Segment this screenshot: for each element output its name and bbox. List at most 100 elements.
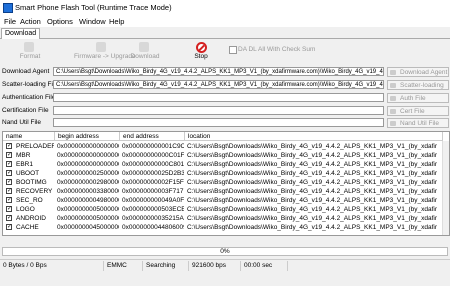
menu-help[interactable]: Help [109,17,124,26]
table-row[interactable]: SEC_RO 0x00000000049800000x000000000049A0… [3,195,449,205]
begin-address: 0x0000000005000000 [57,206,119,213]
table-scrollbar[interactable] [442,141,449,235]
end-address: 0x00000000448060093 [122,224,184,231]
file-location: C:\Users\Bsgt\Downloads\Wiko_Birdy_4G_v1… [187,197,437,204]
end-address: 0x00000000000C801FF [122,161,184,168]
end-address: 0x00000000003F717FF [122,188,184,195]
file-location: C:\Users\Bsgt\Downloads\Wiko_Birdy_4G_v1… [187,215,437,222]
begin-address: 0x0000000000000000 [57,161,119,168]
table-row[interactable]: MBR 0x00000000000000000x00000000000C01FFC… [3,150,449,160]
file-location: C:\Users\Bsgt\Downloads\Wiko_Birdy_4G_v1… [187,152,437,159]
scatter-loading-button-label: Scatter-loading [400,82,444,89]
da-dl-all-label: DA DL All With Check Sum [238,46,316,53]
app-icon [3,3,13,13]
table-row[interactable]: CACHE 0x00000000450000000x000000004480600… [3,222,449,232]
row-checkbox[interactable] [6,204,12,213]
certification-field[interactable] [53,106,384,115]
row-checkbox[interactable] [6,141,12,150]
end-address: 0x000000000049A0FFF [122,197,184,204]
nand-util-label: Nand Util File [2,119,42,126]
nand-util-field[interactable] [53,118,384,127]
table-row[interactable]: UBOOT 0x00000000025000000x00000000025D2B3… [3,168,449,178]
row-checkbox[interactable] [6,213,12,222]
folder-icon [390,83,396,88]
end-address: 0x00000000000C01FF [122,152,184,159]
firmware-upgrade-button[interactable]: Firmware -> Upgrade [74,53,136,60]
folder-icon [390,70,396,75]
status-state: Searching [142,261,188,271]
menu-file[interactable]: File [4,17,16,26]
format-button[interactable]: Format [16,53,44,60]
cert-file-button-label: Cert File [400,108,425,115]
download-agent-button[interactable]: Download Agent [387,67,449,77]
folder-icon [390,109,396,114]
partition-name: MBR [16,152,31,159]
table-row[interactable]: PRELOADER0x00000000000000000x00000000000… [3,141,449,151]
table-row[interactable]: EBR1 0x00000000000000000x00000000000C801F… [3,159,449,169]
file-location: C:\Users\Bsgt\Downloads\Wiko_Birdy_4G_v1… [187,206,437,213]
da-dl-all-checkbox[interactable] [229,46,237,54]
status-bytes: 0 Bytes / 0 Bps [3,262,47,269]
row-checkbox[interactable] [6,195,12,204]
window-title: Smart Phone Flash Tool (Runtime Trace Mo… [15,3,172,12]
auth-file-button-label: Auth File [400,95,426,102]
scatter-loading-label: Scatter-loading File [2,81,58,88]
partition-name: RECOVERY [16,188,53,195]
format-icon [24,42,34,52]
progress-bar: 0% [2,247,448,256]
menu-window[interactable]: Window [79,17,106,26]
auth-file-button[interactable]: Auth File [387,93,449,103]
partition-name: EBR1 [16,161,33,168]
scatter-loading-button[interactable]: Scatter-loading [387,80,449,90]
folder-icon [390,121,396,126]
menu-options[interactable]: Options [47,17,73,26]
column-header-end-address[interactable]: end address [120,132,185,141]
begin-address: 0x0000000000000000 [57,152,119,159]
nand-util-file-button-label: Nand Util File [400,120,440,127]
table-row[interactable]: BOOTIMG 0x00000000029800000x00000000002F1… [3,177,449,187]
column-header-name[interactable]: name [3,132,55,141]
row-checkbox[interactable] [6,168,12,177]
file-location: C:\Users\Bsgt\Downloads\Wiko_Birdy_4G_v1… [187,170,437,177]
begin-address: 0x0000000004980000 [57,197,119,204]
stop-icon [196,42,207,53]
column-header-begin-address[interactable]: begin address [55,132,120,141]
begin-address: 0x0000000005000000 [57,215,119,222]
end-address: 0x000000000001C9CB [122,143,184,150]
nand-util-file-button[interactable]: Nand Util File [387,118,449,128]
row-checkbox[interactable] [6,222,12,231]
partition-name: CACHE [16,224,39,231]
file-location: C:\Users\Bsgt\Downloads\Wiko_Birdy_4G_v1… [187,179,437,186]
partition-name: SEC_RO [16,197,43,204]
status-time: 00:00 sec [240,261,287,271]
file-location: C:\Users\Bsgt\Downloads\Wiko_Birdy_4G_v1… [187,143,437,150]
table-row[interactable]: ANDROID 0x00000000050000000x0000000003521… [3,213,449,223]
column-header-location[interactable]: location [185,132,443,141]
table-row[interactable]: LOGO 0x00000000050000000x000000000503ECE9… [3,204,449,214]
download-button[interactable]: Download [128,53,162,60]
firmware-upgrade-icon [96,42,106,52]
download-agent-field[interactable]: C:\Users\Bsgt\Downloads\Wiko_Birdy_4G_v1… [53,67,384,76]
cert-file-button[interactable]: Cert File [387,106,449,116]
file-location: C:\Users\Bsgt\Downloads\Wiko_Birdy_4G_v1… [187,224,437,231]
partition-name: BOOTIMG [16,179,47,186]
authentication-field[interactable] [53,93,384,102]
table-row[interactable]: RECOVERY 0x00000000033800000x00000000003F… [3,186,449,196]
download-icon [139,42,149,52]
menu-action[interactable]: Action [20,17,41,26]
file-location: C:\Users\Bsgt\Downloads\Wiko_Birdy_4G_v1… [187,188,437,195]
stop-button[interactable]: Stop [190,53,212,60]
file-location: C:\Users\Bsgt\Downloads\Wiko_Birdy_4G_v1… [187,161,437,168]
row-checkbox[interactable] [6,177,12,186]
begin-address: 0x0000000003380000 [57,188,119,195]
row-checkbox[interactable] [6,159,12,168]
authentication-label: Authentication File [2,94,56,101]
download-agent-label: Download Agent [2,68,50,75]
end-address: 0x00000000002F15FFF [122,179,184,186]
tab-download[interactable]: Download [1,28,41,39]
begin-address: 0x0000000045000000 [57,224,119,231]
row-checkbox[interactable] [6,150,12,159]
scatter-loading-field[interactable]: C:\Users\Bsgt\Downloads\Wiko_Birdy_4G_v1… [53,80,384,89]
partition-name: UBOOT [16,170,40,177]
row-checkbox[interactable] [6,186,12,195]
